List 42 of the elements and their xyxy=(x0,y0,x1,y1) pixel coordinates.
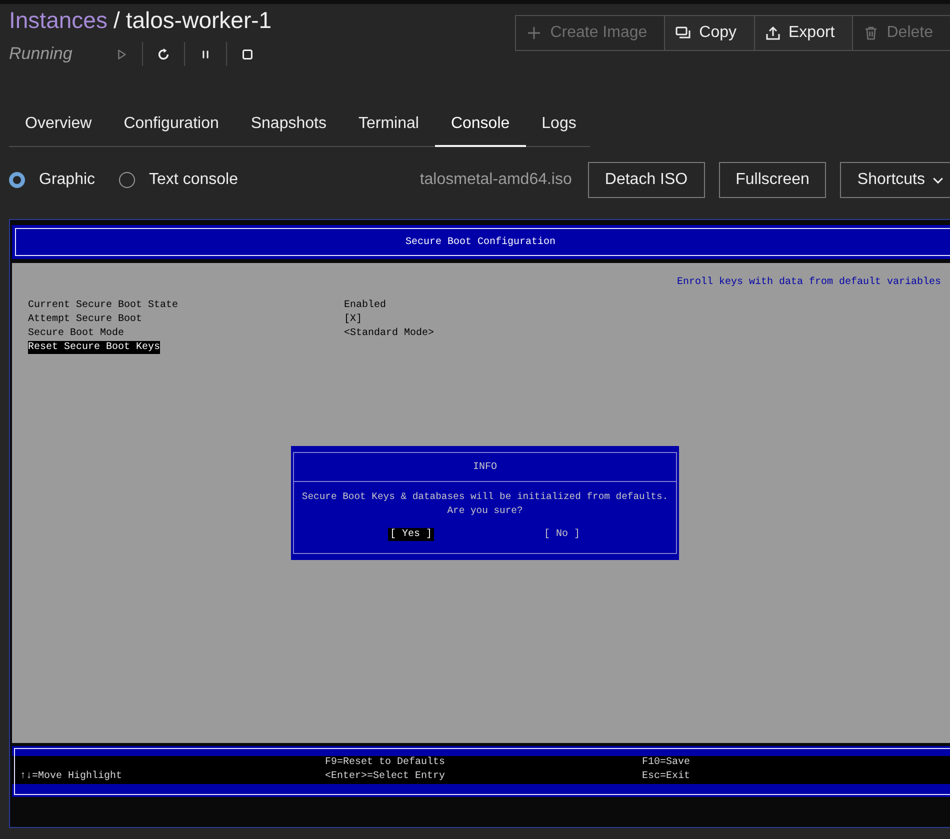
plus-icon xyxy=(526,25,542,41)
radio-button[interactable] xyxy=(119,172,136,188)
stop-icon xyxy=(240,46,255,62)
key-hint: <Enter>=Select Entry xyxy=(325,770,446,784)
trash-icon xyxy=(862,25,879,41)
setting-label[interactable]: Current Secure Boot State xyxy=(28,298,178,312)
help-text: Enroll keys with data from default variables xyxy=(676,277,941,288)
setting-label[interactable]: Reset Secure Boot Keys xyxy=(28,340,160,354)
dialog-button[interactable]: [ Yes ] xyxy=(388,528,434,541)
upload-icon xyxy=(764,25,780,41)
export-button[interactable]: Export xyxy=(754,16,852,50)
radio-label[interactable]: Text console xyxy=(149,171,238,189)
dialog-message: Secure Boot Keys & databases will be initialized from defaults. xyxy=(302,490,668,504)
tab[interactable]: Console xyxy=(434,109,526,147)
instance-title: talos-worker-1 xyxy=(126,7,272,34)
restart-icon xyxy=(156,46,171,62)
setting-label[interactable]: Secure Boot Mode xyxy=(28,326,124,340)
key-hint: F9=Reset to Defaults xyxy=(325,756,446,770)
setting-label[interactable]: Attempt Secure Boot xyxy=(28,312,142,326)
status-text: Running xyxy=(9,44,74,64)
screen-title: Secure Boot Configuration xyxy=(405,236,556,248)
copy-button[interactable]: Copy xyxy=(664,16,754,50)
dialog-button[interactable]: [ No ] xyxy=(542,528,582,541)
key-hint: ↑↓=Move Highlight xyxy=(20,770,124,784)
copy-icon xyxy=(675,25,692,41)
tab[interactable]: Overview xyxy=(9,109,108,147)
breadcrumb-link[interactable]: Instances xyxy=(9,7,108,34)
key-hint: Esc=Exit xyxy=(642,770,690,784)
tab[interactable]: Snapshots xyxy=(234,109,342,147)
radio-label[interactable]: Graphic xyxy=(39,171,96,189)
breadcrumb-separator: / xyxy=(113,7,120,34)
setting-value[interactable]: Enabled xyxy=(344,300,386,310)
tab[interactable]: Logs xyxy=(526,109,592,147)
key-hint: F10=Save xyxy=(642,756,690,770)
tab[interactable]: Terminal xyxy=(342,109,435,147)
setting-value[interactable]: [X] xyxy=(344,314,362,324)
dialog-title: INFO xyxy=(472,462,497,472)
radio-button[interactable] xyxy=(9,172,25,188)
tab[interactable]: Configuration xyxy=(108,109,235,147)
dialog-message: Are you sure? xyxy=(446,504,524,518)
setting-value[interactable]: <Standard Mode> xyxy=(344,328,434,338)
iso-name: talosmetal-amd64.iso xyxy=(420,171,572,189)
